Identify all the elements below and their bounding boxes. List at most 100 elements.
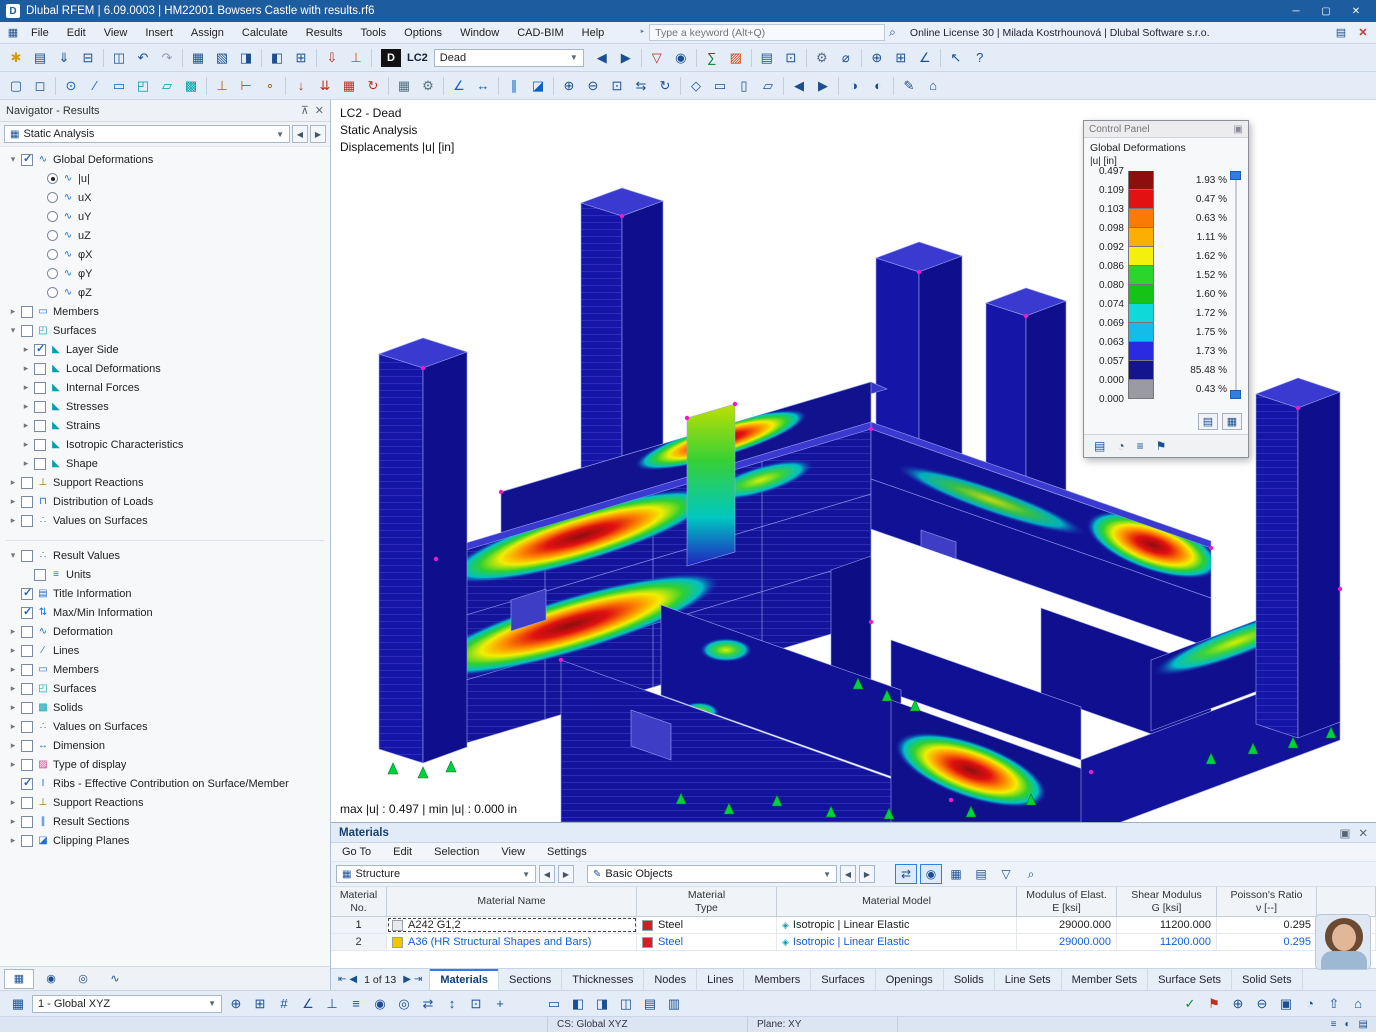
expand-arrow-icon[interactable]: ▾: [8, 154, 18, 165]
show-loads-icon[interactable]: ⇩: [320, 46, 344, 70]
expand-arrow-icon[interactable]: ▸: [8, 702, 18, 713]
modulus-cell[interactable]: 29000.000: [1017, 934, 1117, 950]
area-load-icon[interactable]: ▦: [337, 74, 361, 98]
snap-icon[interactable]: ⊕: [865, 46, 889, 70]
close-menu-icon[interactable]: ✕: [1354, 26, 1372, 39]
grid-settings-icon[interactable]: ▥: [662, 992, 686, 1016]
navigator-data-panel-icon[interactable]: ▦: [4, 968, 34, 989]
table-settings-icon[interactable]: ▦: [945, 864, 967, 884]
snap-toggle-icon[interactable]: ⊕: [224, 992, 248, 1016]
nodal-load-icon[interactable]: ↓: [289, 74, 313, 98]
mesh-icon[interactable]: ▦: [392, 74, 416, 98]
calculate-all-icon[interactable]: ∑: [700, 46, 724, 70]
tab-openings[interactable]: Openings: [876, 969, 944, 990]
pin-panel-icon[interactable]: ⊼: [301, 104, 309, 117]
tree-checkbox[interactable]: [34, 438, 46, 451]
mesh-settings-icon[interactable]: ⚙: [416, 74, 440, 98]
menu-item[interactable]: View: [95, 22, 137, 43]
tree-checkbox[interactable]: [34, 342, 46, 356]
previous-view-icon[interactable]: ◀: [787, 74, 811, 98]
visibility-panel-icon[interactable]: ◉: [36, 969, 66, 989]
tree-checkbox[interactable]: [21, 796, 33, 809]
poisson-ratio-cell[interactable]: 0.295: [1217, 934, 1317, 950]
material-row[interactable]: 2 A36 (HR Structural Shapes and Bars) St…: [331, 934, 1376, 951]
objects-filter-select[interactable]: ✎ Basic Objects ▼: [587, 865, 837, 883]
navigator-tree-item[interactable]: I Ribs - Effective Contribution on Surfa…: [4, 774, 330, 793]
navigator-tree-item[interactable]: ▸ ⊓ Distribution of Loads: [4, 492, 330, 511]
tab-lines[interactable]: Lines: [697, 969, 745, 990]
tree-checkbox[interactable]: [21, 663, 33, 676]
table-view-icon[interactable]: ▦: [186, 46, 210, 70]
work-plane-icon[interactable]: ⊥: [320, 992, 344, 1016]
show-supports-icon[interactable]: ⊥: [344, 46, 368, 70]
shadow-icon[interactable]: ◐: [866, 74, 890, 98]
graphic-view-icon[interactable]: ▧: [210, 46, 234, 70]
new-model-icon[interactable]: ✱: [4, 46, 28, 70]
tree-radio[interactable]: [47, 192, 58, 203]
float-window-icon[interactable]: ▣: [1339, 826, 1350, 840]
navigator-tree-item[interactable]: ▸ ▨ Type of display: [4, 755, 330, 774]
filter-results-icon[interactable]: ▽: [645, 46, 669, 70]
fullscreen-icon[interactable]: ↖: [944, 46, 968, 70]
menu-item[interactable]: Tools: [351, 22, 395, 43]
insert-opening-icon[interactable]: ▱: [155, 74, 179, 98]
smoothing-icon[interactable]: ◔: [1117, 439, 1124, 453]
tree-radio[interactable]: [47, 287, 58, 298]
material-model-cell[interactable]: ◈ Isotropic | Linear Elastic: [777, 934, 1017, 950]
table-column-header[interactable]: Modulus of Elast. E [ksi]: [1017, 887, 1117, 916]
navigator-tree-item[interactable]: ▤ Title Information: [4, 584, 330, 603]
table-column-header[interactable]: Material No.: [331, 887, 387, 916]
expand-arrow-icon[interactable]: ▸: [8, 797, 18, 808]
section-icon[interactable]: ∥: [502, 74, 526, 98]
dock-panel-icon[interactable]: ▣: [1234, 124, 1243, 135]
export-table-icon[interactable]: ▤: [970, 864, 992, 884]
printout-report-icon[interactable]: ▤: [755, 46, 779, 70]
layers-icon[interactable]: ◨: [590, 992, 614, 1016]
tab-thicknesses[interactable]: Thicknesses: [562, 969, 645, 990]
menu-item[interactable]: Window: [451, 22, 508, 43]
tree-checkbox[interactable]: [21, 739, 33, 752]
structure-filter-select[interactable]: ▦ Structure ▼: [336, 865, 536, 883]
close-panel-icon[interactable]: ✕: [1358, 826, 1368, 840]
navigator-tree-item[interactable]: ▸ ▩ Solids: [4, 698, 330, 717]
tree-checkbox[interactable]: [21, 625, 33, 638]
table-column-header[interactable]: Shear Modulus G [ksi]: [1117, 887, 1217, 916]
expand-arrow-icon[interactable]: ▸: [21, 439, 31, 450]
zoom-in-icon[interactable]: ⊕: [557, 74, 581, 98]
menu-item[interactable]: File: [22, 22, 58, 43]
tab-sections[interactable]: Sections: [499, 969, 563, 990]
expand-arrow-icon[interactable]: ▾: [8, 325, 18, 336]
expand-arrow-icon[interactable]: ▸: [21, 458, 31, 469]
plane-lock-icon[interactable]: ⊡: [464, 992, 488, 1016]
expand-arrow-icon[interactable]: ▾: [8, 550, 18, 561]
shear-modulus-cell[interactable]: 11200.000: [1117, 917, 1217, 933]
view-xy-icon[interactable]: ▭: [708, 74, 732, 98]
dxf-layer-icon[interactable]: ◧: [566, 992, 590, 1016]
tree-checkbox[interactable]: [21, 514, 33, 527]
ortho-toggle-icon[interactable]: ∠: [296, 992, 320, 1016]
object-snap-icon[interactable]: ≡: [344, 992, 368, 1016]
open-model-icon[interactable]: ▤: [28, 46, 52, 70]
structure-next-button[interactable]: ▶: [558, 865, 574, 883]
navigator-tree-item[interactable]: ∿ φY: [4, 264, 330, 283]
navigator-tree-item[interactable]: ▸ ∴ Values on Surfaces: [4, 511, 330, 530]
fit-view-icon[interactable]: ▣: [1274, 992, 1298, 1016]
line-support-icon[interactable]: ⊢: [234, 74, 258, 98]
materials-menu-item[interactable]: View: [490, 846, 536, 858]
navigator-tree-item[interactable]: ∿ φX: [4, 245, 330, 264]
tree-checkbox[interactable]: [21, 305, 33, 318]
minimize-button[interactable]: ─: [1282, 2, 1310, 20]
copy-icon[interactable]: ◫: [107, 46, 131, 70]
next-analysis-button[interactable]: ▶: [310, 125, 326, 143]
first-table-button[interactable]: ⇤: [338, 974, 346, 985]
legend-list-icon[interactable]: ≡: [1137, 439, 1144, 453]
search-icon[interactable]: ⌕: [889, 25, 896, 40]
panel-table-icon[interactable]: ▦: [1222, 413, 1242, 430]
tree-checkbox[interactable]: [21, 476, 33, 489]
expand-arrow-icon[interactable]: ▸: [21, 401, 31, 412]
tree-checkbox[interactable]: [21, 776, 33, 790]
table-column-header[interactable]: Material Type: [637, 887, 777, 916]
views-panel-icon[interactable]: ◎: [68, 969, 98, 989]
tab-solids[interactable]: Solids: [944, 969, 995, 990]
previous-table-button[interactable]: ◀: [349, 974, 357, 985]
